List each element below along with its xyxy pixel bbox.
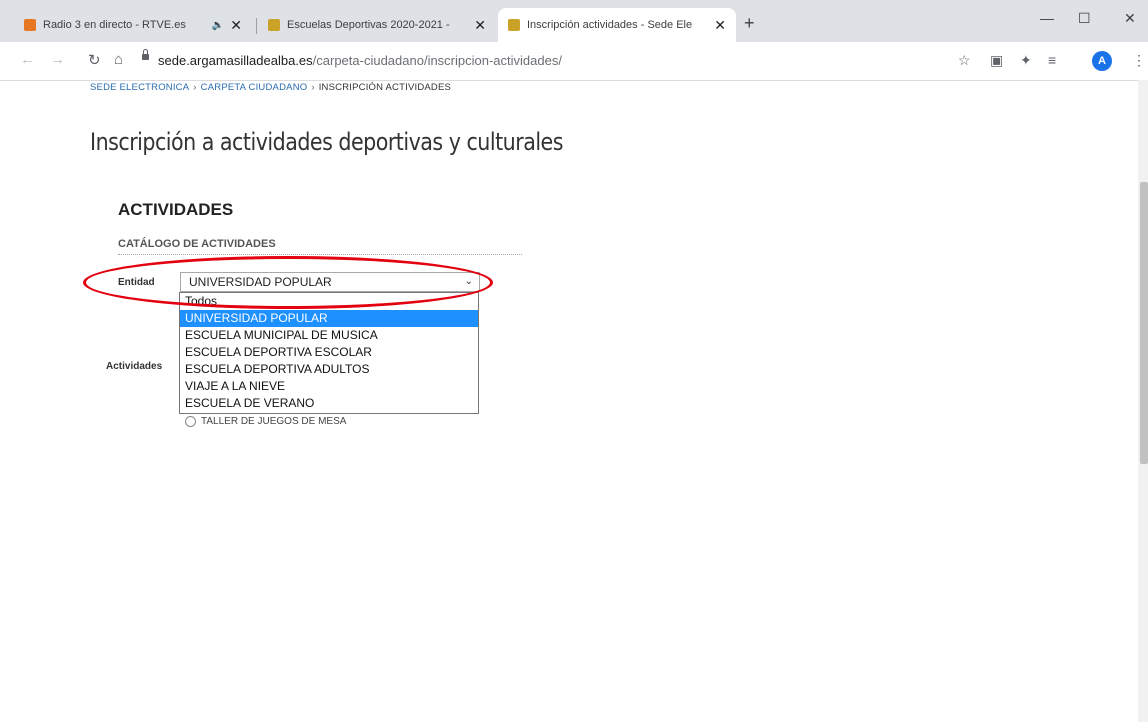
catalog-subtitle: CATÁLOGO DE ACTIVIDADES [118,238,276,250]
scrollbar-thumb[interactable] [1140,182,1148,464]
entidad-dropdown-list: Todos UNIVERSIDAD POPULAR ESCUELA MUNICI… [179,292,479,414]
entidad-option[interactable]: ESCUELA MUNICIPAL DE MUSICA [180,327,478,344]
breadcrumb-current: INSCRIPCIÓN ACTIVIDADES [318,82,452,93]
breadcrumb: SEDE ELECTRONICA › CARPETA CIUDADANO › INSCR… [90,82,451,93]
star-bookmark-icon[interactable]: ☆ [958,52,971,69]
breadcrumb-link-sede[interactable]: SEDE ELECTRONICA [90,82,189,93]
puzzle-extensions-icon[interactable]: ✦ [1020,52,1032,69]
extension-icon[interactable]: ▣ [990,52,1003,69]
entidad-option[interactable]: VIAJE A LA NIEVE [180,378,478,395]
media-queue-icon[interactable]: ≡ [1048,52,1056,68]
url-path: /carpeta-ciudadano/inscripcion-actividad… [312,53,562,68]
tab-title: Escuelas Deportivas 2020-2021 - [287,19,450,31]
entidad-option[interactable]: Todos [180,293,478,310]
tab-title: Radio 3 en directo - RTVE.es [43,19,186,31]
site-favicon-icon [508,19,520,31]
new-tab-button[interactable]: + [744,14,755,32]
site-favicon-icon [268,19,280,31]
entidad-option[interactable]: ESCUELA DEPORTIVA ADULTOS [180,361,478,378]
subtitle-divider [118,254,522,255]
tab-close-icon[interactable]: ✕ [230,17,242,34]
entidad-label: Entidad [118,277,155,288]
browser-tab-bar: Radio 3 en directo - RTVE.es 🔈 ✕ Escuela… [0,0,1148,42]
menu-kebab-icon[interactable]: ⋮ [1132,52,1146,69]
lock-icon [142,49,149,60]
back-arrow-icon[interactable]: ← [20,51,35,68]
entidad-option[interactable]: ESCUELA DE VERANO [180,395,478,412]
rtve-favicon-icon [24,19,36,31]
entidad-select[interactable]: UNIVERSIDAD POPULAR ⌄ [180,272,480,292]
browser-toolbar: ← → ↻ ⌂ sede.argamasilladealba.es/carpet… [0,42,1148,81]
breadcrumb-separator: › [193,82,197,93]
entidad-select-value: UNIVERSIDAD POPULAR [189,275,332,289]
actividades-label: Actividades [106,361,163,372]
tab-divider [256,18,257,34]
address-bar[interactable]: sede.argamasilladealba.es/carpeta-ciudad… [158,53,562,68]
reload-icon[interactable]: ↻ [88,51,101,69]
radio-button[interactable] [185,416,196,427]
breadcrumb-separator: › [311,82,315,93]
section-title: ACTIVIDADES [118,200,234,219]
window-close-button[interactable]: ✕ [1124,10,1136,27]
breadcrumb-link-carpeta[interactable]: CARPETA CIUDADANO [201,82,308,93]
entidad-option-selected[interactable]: UNIVERSIDAD POPULAR [180,310,478,327]
profile-avatar[interactable]: A [1092,51,1112,71]
page-title: Inscripción a actividades deportivas y c… [90,128,563,156]
maximize-button[interactable]: ☐ [1078,10,1091,27]
tab-close-icon[interactable]: ✕ [714,17,726,34]
chevron-down-icon: ⌄ [464,276,473,287]
tab-radio3[interactable]: Radio 3 en directo - RTVE.es 🔈 ✕ [14,8,252,42]
forward-arrow-icon[interactable]: → [50,51,65,68]
home-icon[interactable]: ⌂ [114,51,123,68]
activity-option-label: TALLER DE JUEGOS DE MESA [201,416,347,427]
speaker-icon[interactable]: 🔈 [212,20,224,31]
tab-close-icon[interactable]: ✕ [474,17,486,34]
url-domain: sede.argamasilladealba.es [158,53,313,68]
minimize-button[interactable]: — [1040,10,1054,26]
entidad-option[interactable]: ESCUELA DEPORTIVA ESCOLAR [180,344,478,361]
activity-option[interactable]: TALLER DE JUEGOS DE MESA [185,416,346,427]
tab-escuelas[interactable]: Escuelas Deportivas 2020-2021 - ✕ [258,8,496,42]
tab-title: Inscripción actividades - Sede Ele [527,19,693,31]
tab-inscripcion[interactable]: Inscripción actividades - Sede Ele ✕ [498,8,736,42]
